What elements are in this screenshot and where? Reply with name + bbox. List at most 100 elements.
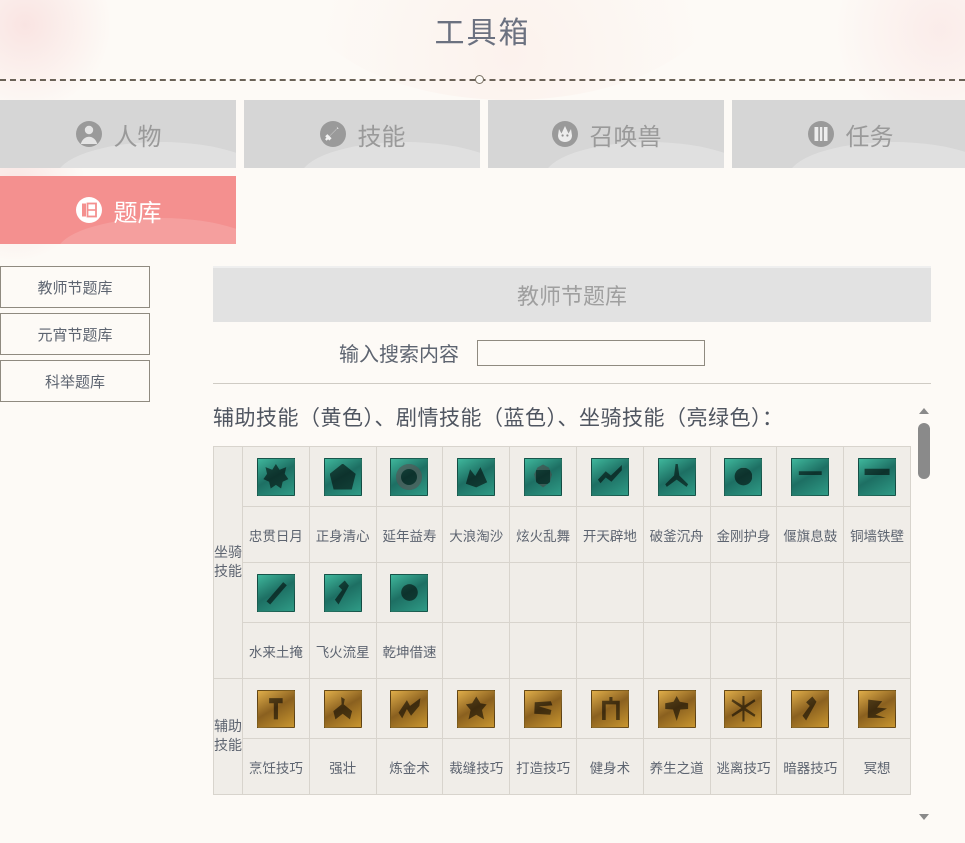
- skill-section-title: 辅助技能（黄色）、剧情技能（蓝色）、坐骑技能（亮绿色）：: [213, 406, 784, 430]
- skill-icon-cell[interactable]: [308, 446, 377, 507]
- skill-icon-cell[interactable]: [242, 446, 310, 507]
- skill-icon-cell-empty: [509, 562, 577, 623]
- skill-name-cell: 开天辟地: [575, 506, 644, 563]
- skill-badge-icon: [457, 689, 496, 728]
- skill-name-cell-empty: [843, 622, 911, 679]
- skill-badge-icon: [524, 689, 563, 728]
- skill-name-cell: 养生之道: [642, 738, 711, 795]
- skill-name-cell: 炫火乱舞: [509, 506, 577, 563]
- skill-icon-cell[interactable]: [442, 446, 511, 507]
- skill-icon-cell[interactable]: [709, 446, 778, 507]
- skill-icon-cell[interactable]: [509, 446, 577, 507]
- skill-icon-cell[interactable]: [442, 678, 511, 739]
- skill-name-cell: 铜墙铁壁: [843, 506, 911, 563]
- skill-name-cell-empty: [776, 622, 845, 679]
- skill-name-cell: 金刚护身: [709, 506, 778, 563]
- skill-icon-cell[interactable]: [843, 446, 911, 507]
- skill-icon-cell-empty: [642, 562, 711, 623]
- user-icon: [75, 120, 103, 148]
- skill-badge-icon: [858, 457, 897, 496]
- skill-name-cell: 炼金术: [375, 738, 444, 795]
- skill-badge-icon: [457, 457, 496, 496]
- search-input[interactable]: [477, 339, 705, 366]
- skill-badge-icon: [256, 457, 295, 496]
- skill-name-cell: 大浪淘沙: [442, 506, 511, 563]
- sidebar-item-teachers-day[interactable]: 教师节题库: [0, 266, 150, 308]
- skill-icon-cell[interactable]: [375, 562, 444, 623]
- skill-name-cell-empty: [642, 622, 711, 679]
- panel-title: 教师节题库: [516, 284, 627, 309]
- skill-badge-icon: [590, 689, 629, 728]
- tab-skill[interactable]: 技能: [244, 100, 480, 168]
- main-panel: 教师节题库 输入搜索内容 辅助技能（黄色）、剧情技能（蓝色）、坐骑技能（亮绿色）…: [213, 266, 931, 843]
- table-row: [214, 562, 911, 623]
- divider-circle-icon: [475, 75, 484, 84]
- skill-name-cell: 飞火流星: [308, 622, 377, 679]
- skill-icon-cell[interactable]: [375, 446, 444, 507]
- skill-icon-cell[interactable]: [575, 678, 644, 739]
- skill-icon-cell[interactable]: [308, 562, 377, 623]
- skill-icon-cell[interactable]: [242, 678, 310, 739]
- skill-icon-cell[interactable]: [709, 678, 778, 739]
- skill-badge-icon: [791, 457, 830, 496]
- skill-badge-icon: [256, 573, 295, 612]
- tab-quizbank[interactable]: 题库: [0, 176, 236, 244]
- skill-icon-cell[interactable]: [375, 678, 444, 739]
- table-row: 坐骑技能: [213, 446, 911, 679]
- tab-quest-label: 任务: [845, 124, 894, 151]
- tab-quizbank-label: 题库: [113, 200, 162, 227]
- row-label-mount-skills: 坐骑技能: [213, 446, 243, 679]
- vertical-scrollbar[interactable]: [917, 405, 931, 823]
- skill-icon-cell[interactable]: [843, 678, 911, 739]
- table-row: 水来土掩 飞火流星 乾坤借速: [214, 622, 911, 679]
- skill-icon-cell[interactable]: [575, 446, 644, 507]
- tab-quest[interactable]: 任务: [732, 100, 965, 168]
- skill-icon-cell-empty: [442, 562, 511, 623]
- skill-badge-icon: [858, 689, 897, 728]
- table-row: 烹饪技巧 强壮 炼金术 裁缝技巧 打造技巧 健身术 养生之道 逃离技巧 暗器技巧…: [214, 738, 911, 795]
- tab-character[interactable]: 人物: [0, 100, 236, 168]
- tab-pet[interactable]: 召唤兽: [488, 100, 724, 168]
- panel-header: 教师节题库: [213, 266, 931, 322]
- skill-badge-icon: [323, 573, 362, 612]
- tab-pet-label: 召唤兽: [589, 124, 662, 151]
- skill-name-cell: 健身术: [575, 738, 644, 795]
- skill-badge-icon: [323, 689, 362, 728]
- skill-icon-cell-empty: [575, 562, 644, 623]
- search-row: 输入搜索内容: [213, 322, 931, 384]
- search-label: 输入搜索内容: [339, 344, 459, 366]
- skill-badge-icon: [390, 689, 429, 728]
- skill-icon-cell[interactable]: [509, 678, 577, 739]
- skill-icon-cell[interactable]: [776, 678, 845, 739]
- skill-name-cell: 强壮: [308, 738, 377, 795]
- page-title: 工具箱: [434, 17, 531, 50]
- skill-badge-icon: [724, 457, 763, 496]
- quizbank-icon: [75, 196, 103, 224]
- table-row: 辅助技能: [213, 678, 911, 795]
- skill-table: 坐骑技能 忠贯日月 正身清心 延年益寿 大浪淘沙 炫火乱舞 开天辟地 破釜沉舟 …: [213, 446, 911, 795]
- quest-icon: [807, 120, 835, 148]
- skill-badge-icon: [657, 457, 696, 496]
- skill-name-cell: 乾坤借速: [375, 622, 444, 679]
- skill-name-cell: 水来土掩: [242, 622, 310, 679]
- skill-icon-cell[interactable]: [242, 562, 310, 623]
- skill-icon-cell[interactable]: [308, 678, 377, 739]
- skill-name-cell-empty: [709, 622, 778, 679]
- skill-badge-icon: [590, 457, 629, 496]
- skill-badge-icon: [791, 689, 830, 728]
- skill-icon-cell[interactable]: [642, 678, 711, 739]
- skill-icon-cell-empty: [843, 562, 911, 623]
- skill-name-cell: 破釜沉舟: [642, 506, 711, 563]
- skill-icon-cell-empty: [776, 562, 845, 623]
- scroll-down-arrow[interactable]: [917, 811, 931, 823]
- skill-icon-cell[interactable]: [776, 446, 845, 507]
- sidebar-item-label: 元宵节题库: [37, 327, 113, 344]
- scroll-thumb[interactable]: [918, 423, 930, 479]
- scroll-up-arrow[interactable]: [917, 405, 931, 417]
- skill-icon-cell[interactable]: [642, 446, 711, 507]
- skill-badge-icon: [390, 457, 429, 496]
- sidebar-item-lantern-festival[interactable]: 元宵节题库: [0, 313, 150, 355]
- skill-name-cell-empty: [575, 622, 644, 679]
- sidebar-item-imperial-exam[interactable]: 科举题库: [0, 360, 150, 402]
- skill-name-cell-empty: [442, 622, 511, 679]
